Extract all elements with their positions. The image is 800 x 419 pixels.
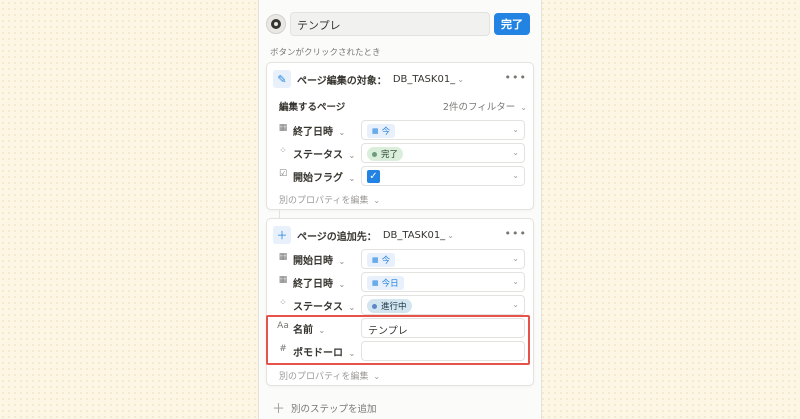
edit-pages-title: ページ編集の対象：	[297, 75, 387, 87]
add-page-title: ページの追加先：	[297, 231, 377, 243]
calendar-icon: ▦	[278, 123, 288, 133]
property-value-select[interactable]: 進行中 ⌄	[361, 295, 525, 315]
status-icon: ⁘	[279, 146, 287, 156]
add-step-button[interactable]: ＋ 別のステップを追加	[272, 398, 377, 417]
property-value-select[interactable]: 完了 ⌄	[361, 143, 525, 163]
filter-button[interactable]: 2件のフィルター ⌄	[443, 99, 527, 113]
property-name[interactable]: ステータス ⌄	[293, 146, 355, 161]
property-row-end-date: ▦ 終了日時 ⌄ ▦ 今日 ⌄	[275, 272, 527, 292]
property-value-select[interactable]: ▦ 今 ⌄	[361, 120, 525, 140]
status-icon: ⁘	[279, 298, 287, 308]
property-name[interactable]: ステータス ⌄	[293, 298, 355, 313]
step-connector	[279, 210, 280, 218]
calendar-icon: ▦	[372, 127, 379, 135]
chevron-down-icon: ⌄	[512, 277, 519, 286]
add-page-database-select[interactable]: DB_TASK01_ ⌄	[383, 230, 454, 241]
button-name-input[interactable]: テンプレ	[290, 12, 490, 36]
plus-icon: ＋	[272, 402, 286, 417]
gear-icon[interactable]	[266, 14, 286, 34]
property-row-end-date: ▦ 終了日時 ⌄ ▦ 今 ⌄	[275, 120, 527, 140]
edit-target-label: 編集するページ	[279, 102, 346, 113]
chevron-down-icon: ⌄	[512, 125, 519, 134]
status-badge: 進行中	[367, 299, 412, 313]
edit-pages-database-select[interactable]: DB_TASK01_ ⌄	[393, 74, 464, 85]
edit-other-property-button[interactable]: 別のプロパティを編集 ⌄	[279, 369, 380, 382]
property-row-status: ⁘ ステータス ⌄ 完了 ⌄	[275, 143, 527, 163]
edit-pages-card: ✎ ページ編集の対象： DB_TASK01_ ⌄ ••• 編集するページ 2件のフ…	[266, 62, 534, 210]
property-name[interactable]: 開始フラグ ⌄	[293, 169, 355, 184]
checkbox-icon: ☑	[278, 169, 288, 179]
property-name[interactable]: 終了日時 ⌄	[293, 275, 345, 290]
property-row-start-date: ▦ 開始日時 ⌄ ▦ 今 ⌄	[275, 249, 527, 269]
chevron-down-icon: ⌄	[512, 148, 519, 157]
more-options-icon[interactable]: •••	[505, 71, 527, 84]
add-page-header: ＋ ページの追加先： DB_TASK01_ ⌄ •••	[273, 225, 529, 245]
property-row-start-flag: ☑ 開始フラグ ⌄ ✓ ⌄	[275, 166, 527, 186]
property-value-select[interactable]: ▦ 今 ⌄	[361, 249, 525, 269]
chevron-down-icon: ⌄	[512, 300, 519, 309]
more-options-icon[interactable]: •••	[505, 227, 527, 240]
property-row-status: ⁘ ステータス ⌄ 進行中 ⌄	[275, 295, 527, 315]
property-value-select[interactable]: ▦ 今日 ⌄	[361, 272, 525, 292]
edit-target-row: 編集するページ 2件のフィルター ⌄	[279, 99, 527, 115]
edit-pages-header: ✎ ページ編集の対象： DB_TASK01_ ⌄ •••	[273, 69, 529, 89]
property-value-select[interactable]: ✓ ⌄	[361, 166, 525, 186]
date-tag: ▦ 今	[367, 124, 396, 138]
status-badge: 完了	[367, 147, 404, 161]
trigger-label: ボタンがクリックされたとき	[270, 48, 381, 58]
button-name-bar: テンプレ 完了	[266, 12, 536, 36]
plus-icon: ＋	[273, 226, 291, 244]
date-tag: ▦ 今	[367, 253, 396, 267]
property-name[interactable]: 開始日時 ⌄	[293, 252, 345, 267]
calendar-icon: ▦	[278, 275, 288, 285]
property-name[interactable]: 終了日時 ⌄	[293, 123, 345, 138]
highlight-box	[266, 315, 530, 365]
calendar-icon: ▦	[278, 252, 288, 262]
chevron-down-icon: ⌄	[512, 171, 519, 180]
done-button[interactable]: 完了	[494, 13, 530, 35]
checkbox-checked[interactable]: ✓	[367, 170, 380, 183]
edit-icon: ✎	[273, 70, 291, 88]
chevron-down-icon: ⌄	[512, 254, 519, 263]
date-tag: ▦ 今日	[367, 276, 404, 290]
edit-other-property-button[interactable]: 別のプロパティを編集 ⌄	[279, 193, 380, 206]
